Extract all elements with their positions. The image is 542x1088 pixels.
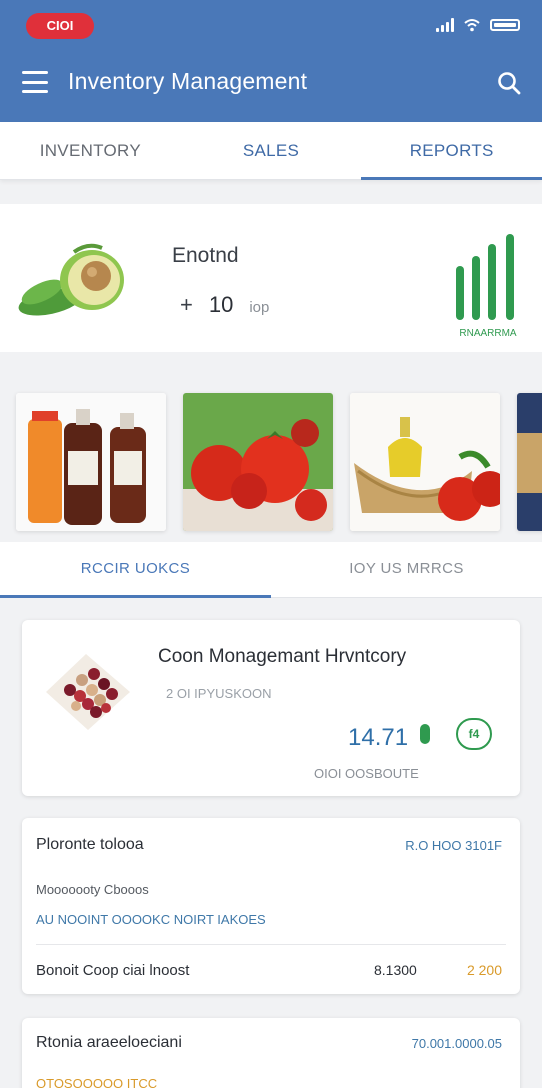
list-item-detail: Mooooooty Cbooos bbox=[36, 882, 149, 897]
featured-item-badge[interactable]: f4 bbox=[456, 718, 492, 750]
featured-item-footer: OIOI OOSBOUTE bbox=[314, 766, 419, 781]
avocado-image bbox=[18, 243, 124, 316]
app-bar: CIOI Inventory Management bbox=[0, 0, 542, 122]
status-icons bbox=[436, 18, 520, 32]
quantity-value: 10 bbox=[208, 292, 234, 317]
tab-sales[interactable]: SALES bbox=[181, 122, 362, 179]
list-item-title: Rtonia araeeloeciani bbox=[36, 1034, 182, 1051]
tab-reports[interactable]: REPORTS bbox=[361, 122, 542, 180]
search-icon[interactable] bbox=[496, 70, 522, 96]
list-item-code: 70.001.0000.05 bbox=[411, 1036, 502, 1051]
product-thumb-oil[interactable] bbox=[350, 393, 500, 531]
featured-item-value: 14.71 bbox=[348, 724, 409, 751]
featured-item-subtitle: 2 OI IPYUSKOON bbox=[166, 686, 272, 701]
list-item-footer: Bonoit Coop ciai lnoost bbox=[36, 962, 190, 979]
top-tabs: INVENTORY SALES REPORTS bbox=[0, 122, 542, 180]
wifi-icon bbox=[464, 19, 480, 32]
divider bbox=[36, 944, 506, 945]
list-item-code: R.O HOO 3101F bbox=[405, 838, 502, 853]
bottles-image bbox=[16, 393, 166, 531]
list-item-price-alt: 2 200 bbox=[466, 962, 502, 978]
value-indicator-icon bbox=[420, 724, 430, 744]
app-screen: CIOI Inventory Management INVENTORY SALE… bbox=[0, 0, 542, 1088]
summary-title: Enotnd bbox=[172, 244, 239, 267]
hamburger-menu-icon[interactable] bbox=[22, 71, 48, 93]
quantity-row: + 10 iop bbox=[180, 292, 269, 318]
battery-icon bbox=[490, 19, 520, 31]
list-item-price: 8.1300 bbox=[374, 962, 417, 978]
list-item-title: Ploronte tolooa bbox=[36, 836, 144, 853]
sub-tabs: RCCIR UOKCS IOY US MRRCS bbox=[0, 542, 542, 598]
subtab-second[interactable]: IOY US MRRCS bbox=[271, 542, 542, 597]
add-quantity-button[interactable]: + bbox=[180, 292, 193, 318]
tab-inventory[interactable]: INVENTORY bbox=[0, 122, 181, 179]
status-pill: CIOI bbox=[26, 13, 94, 39]
summary-card: Enotnd + 10 iop RNAARRMA bbox=[0, 204, 542, 352]
list-item[interactable]: Rtonia araeeloeciani 70.001.0000.05 OTOS… bbox=[22, 1018, 520, 1088]
berries-image bbox=[46, 654, 130, 730]
product-thumb-tomatoes[interactable] bbox=[183, 393, 333, 531]
product-thumb-bottles[interactable] bbox=[16, 393, 166, 531]
list-item-subtitle: OTOSOOOOO ITCC bbox=[36, 1076, 158, 1088]
tomatoes-image bbox=[183, 393, 333, 531]
product-thumb-more[interactable] bbox=[517, 393, 542, 531]
quantity-unit: iop bbox=[249, 299, 270, 316]
list-item-note: AU NOOINT OOOOKC NOIRT IAKOES bbox=[36, 912, 266, 927]
oil-basket-image bbox=[350, 393, 500, 531]
list-item[interactable]: Ploronte tolooa R.O HOO 3101F Mooooooty … bbox=[22, 818, 520, 994]
featured-item-title: Coon Monagemant Hrvntcory bbox=[158, 646, 407, 667]
page-title: Inventory Management bbox=[68, 68, 308, 94]
featured-item-card[interactable]: Coon Monagemant Hrvntcory 2 OI IPYUSKOON… bbox=[22, 620, 520, 796]
produce-image bbox=[517, 393, 542, 531]
signal-icon bbox=[436, 18, 454, 32]
product-image-strip bbox=[0, 385, 542, 537]
bar-chart-label: RNAARRMA bbox=[459, 328, 517, 339]
subtab-first[interactable]: RCCIR UOKCS bbox=[0, 542, 271, 598]
bar-chart-icon: RNAARRMA bbox=[456, 234, 517, 339]
